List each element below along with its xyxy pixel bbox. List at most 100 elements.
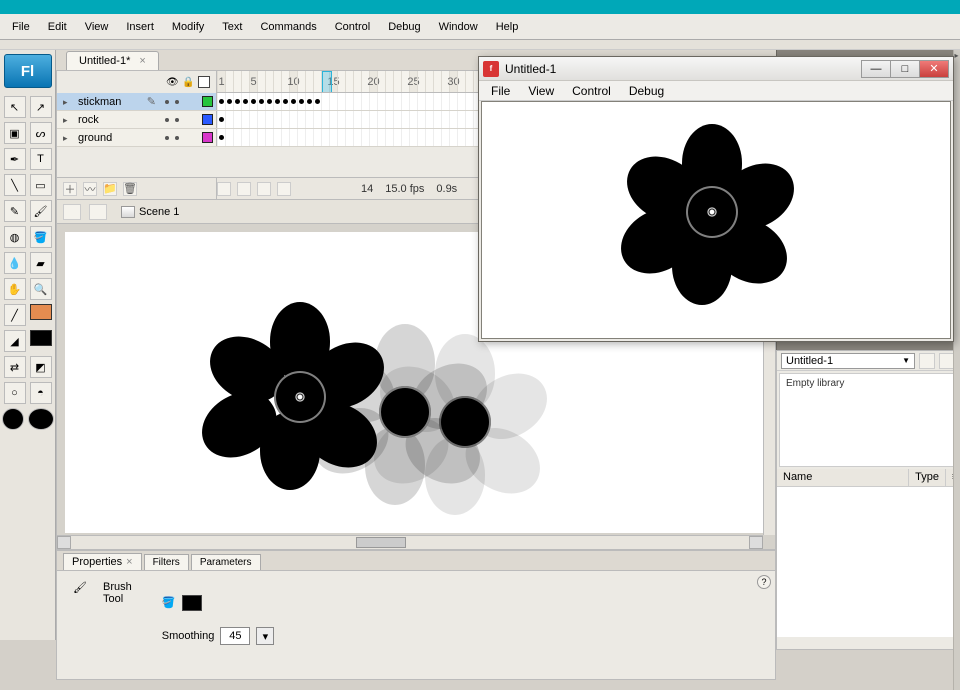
stroke-swatch[interactable] <box>30 304 52 320</box>
library-col-type[interactable]: Type <box>909 469 946 486</box>
freetransform-tool[interactable]: ▣ <box>4 122 26 144</box>
menu-modify[interactable]: Modify <box>164 17 212 37</box>
close-icon[interactable]: × <box>126 556 132 568</box>
pen-tool[interactable]: ✒ <box>4 148 26 170</box>
line-tool[interactable]: ╲ <box>4 174 26 196</box>
smoothing-input[interactable]: 45 <box>220 627 250 645</box>
scroll-right-icon[interactable] <box>749 536 763 549</box>
menu-insert[interactable]: Insert <box>118 17 162 37</box>
minimize-button[interactable]: — <box>861 60 891 78</box>
fold-icon[interactable]: ▸ <box>63 133 73 143</box>
elapsed-time: 0.9s <box>436 183 457 195</box>
brush-size[interactable] <box>2 408 24 430</box>
tools-panel: Fl ↖↗ ▣ᔕ ✒T ╲▭ ✎🖌 ◍🪣 💧▰ ✋🔍 ╱ ◢ ⇄◩ ○◓ <box>0 50 56 640</box>
eraser-tool[interactable]: ▰ <box>30 252 52 274</box>
eyedropper-tool[interactable]: 💧 <box>4 252 26 274</box>
paintbucket-tool[interactable]: 🪣 <box>30 226 52 248</box>
scroll-thumb[interactable] <box>356 537 406 548</box>
add-folder-icon[interactable]: 📁 <box>103 182 117 196</box>
brush-tool[interactable]: 🖌 <box>30 200 52 222</box>
scroll-left-icon[interactable] <box>57 536 71 549</box>
add-layer-icon[interactable]: ＋ <box>63 182 77 196</box>
tool-name-line2: Tool <box>103 593 132 605</box>
smoothing-label: Smoothing <box>162 630 215 642</box>
menu-text[interactable]: Text <box>214 17 250 37</box>
lasso-tool[interactable]: ᔕ <box>30 122 52 144</box>
tab-properties[interactable]: Properties× <box>63 553 142 570</box>
player-titlebar[interactable]: f Untitled-1 — □ ✕ <box>479 57 953 81</box>
swf-player-window[interactable]: f Untitled-1 — □ ✕ File View Control Deb… <box>478 56 954 342</box>
visibility-column-icon[interactable] <box>166 76 178 88</box>
outline-column-icon[interactable] <box>198 76 210 88</box>
menu-control[interactable]: Control <box>327 17 378 37</box>
zoom-tool[interactable]: 🔍 <box>30 278 52 300</box>
delete-layer-icon[interactable]: 🗑 <box>123 182 137 196</box>
menu-debug[interactable]: Debug <box>380 17 428 37</box>
layer-color-swatch[interactable] <box>202 114 213 125</box>
smoothing-dropdown-icon[interactable]: ▾ <box>256 627 274 645</box>
stroke-color[interactable]: ╱ <box>4 304 26 326</box>
player-stage <box>481 101 951 339</box>
tab-filters[interactable]: Filters <box>144 554 189 570</box>
document-tab[interactable]: Untitled-1* × <box>66 51 159 70</box>
onion-skin-icon[interactable] <box>237 182 251 196</box>
player-menu-view[interactable]: View <box>520 82 562 100</box>
player-title: Untitled-1 <box>505 62 856 76</box>
menu-edit[interactable]: Edit <box>40 17 75 37</box>
pin-library-icon[interactable] <box>919 353 935 369</box>
fill-swatch[interactable] <box>30 330 52 346</box>
player-menubar: File View Control Debug <box>479 81 953 101</box>
ruler-tick: 1 <box>217 71 225 92</box>
library-list[interactable] <box>777 487 959 637</box>
option-b[interactable]: ◓ <box>30 382 52 404</box>
layer-color-swatch[interactable] <box>202 132 213 143</box>
subselection-tool[interactable]: ↗ <box>30 96 52 118</box>
scene-crumb[interactable]: Scene 1 <box>121 206 179 218</box>
onion-outline-icon[interactable] <box>257 182 271 196</box>
lock-column-icon[interactable] <box>182 76 194 88</box>
menu-view[interactable]: View <box>77 17 117 37</box>
inkbottle-tool[interactable]: ◍ <box>4 226 26 248</box>
swap-colors[interactable]: ⇄ <box>4 356 26 378</box>
help-icon[interactable]: ? <box>757 575 771 589</box>
tab-parameters[interactable]: Parameters <box>191 554 261 570</box>
player-menu-debug[interactable]: Debug <box>621 82 672 100</box>
collapse-strip[interactable] <box>953 50 960 690</box>
fps-display: 15.0 fps <box>385 183 424 195</box>
text-tool[interactable]: T <box>30 148 52 170</box>
close-button[interactable]: ✕ <box>919 60 949 78</box>
menu-commands[interactable]: Commands <box>252 17 324 37</box>
stage-artwork[interactable] <box>215 312 385 482</box>
flash-player-icon: f <box>483 61 499 77</box>
add-motion-guide-icon[interactable]: 〰 <box>83 182 97 196</box>
document-tab-close-icon[interactable]: × <box>139 55 145 67</box>
playhead[interactable] <box>322 71 332 93</box>
stage-hscroll[interactable] <box>57 535 763 549</box>
scene-name: Scene 1 <box>139 206 179 218</box>
player-menu-file[interactable]: File <box>483 82 518 100</box>
hand-tool[interactable]: ✋ <box>4 278 26 300</box>
menu-help[interactable]: Help <box>488 17 527 37</box>
option-a[interactable]: ○ <box>4 382 26 404</box>
library-document-dropdown[interactable]: Untitled-1▼ <box>781 353 915 369</box>
edit-back-icon[interactable] <box>89 204 107 220</box>
library-col-name[interactable]: Name <box>777 469 909 486</box>
fold-icon[interactable]: ▸ <box>63 115 73 125</box>
menu-file[interactable]: File <box>4 17 38 37</box>
maximize-button[interactable]: □ <box>890 60 920 78</box>
player-menu-control[interactable]: Control <box>564 82 619 100</box>
edit-multiple-icon[interactable] <box>277 182 291 196</box>
rectangle-tool[interactable]: ▭ <box>30 174 52 196</box>
center-frame-icon[interactable] <box>217 182 231 196</box>
menu-window[interactable]: Window <box>431 17 486 37</box>
layer-color-swatch[interactable] <box>202 96 213 107</box>
edit-scene-icon[interactable] <box>63 204 81 220</box>
fold-icon[interactable]: ▸ <box>63 97 73 107</box>
fill-color-swatch[interactable] <box>182 595 202 611</box>
default-colors[interactable]: ◩ <box>30 356 52 378</box>
collapse-arrow-icon[interactable]: ▸ <box>953 50 960 60</box>
brush-shape[interactable] <box>28 408 54 430</box>
selection-tool[interactable]: ↖ <box>4 96 26 118</box>
fill-color[interactable]: ◢ <box>4 330 26 352</box>
pencil-tool[interactable]: ✎ <box>4 200 26 222</box>
